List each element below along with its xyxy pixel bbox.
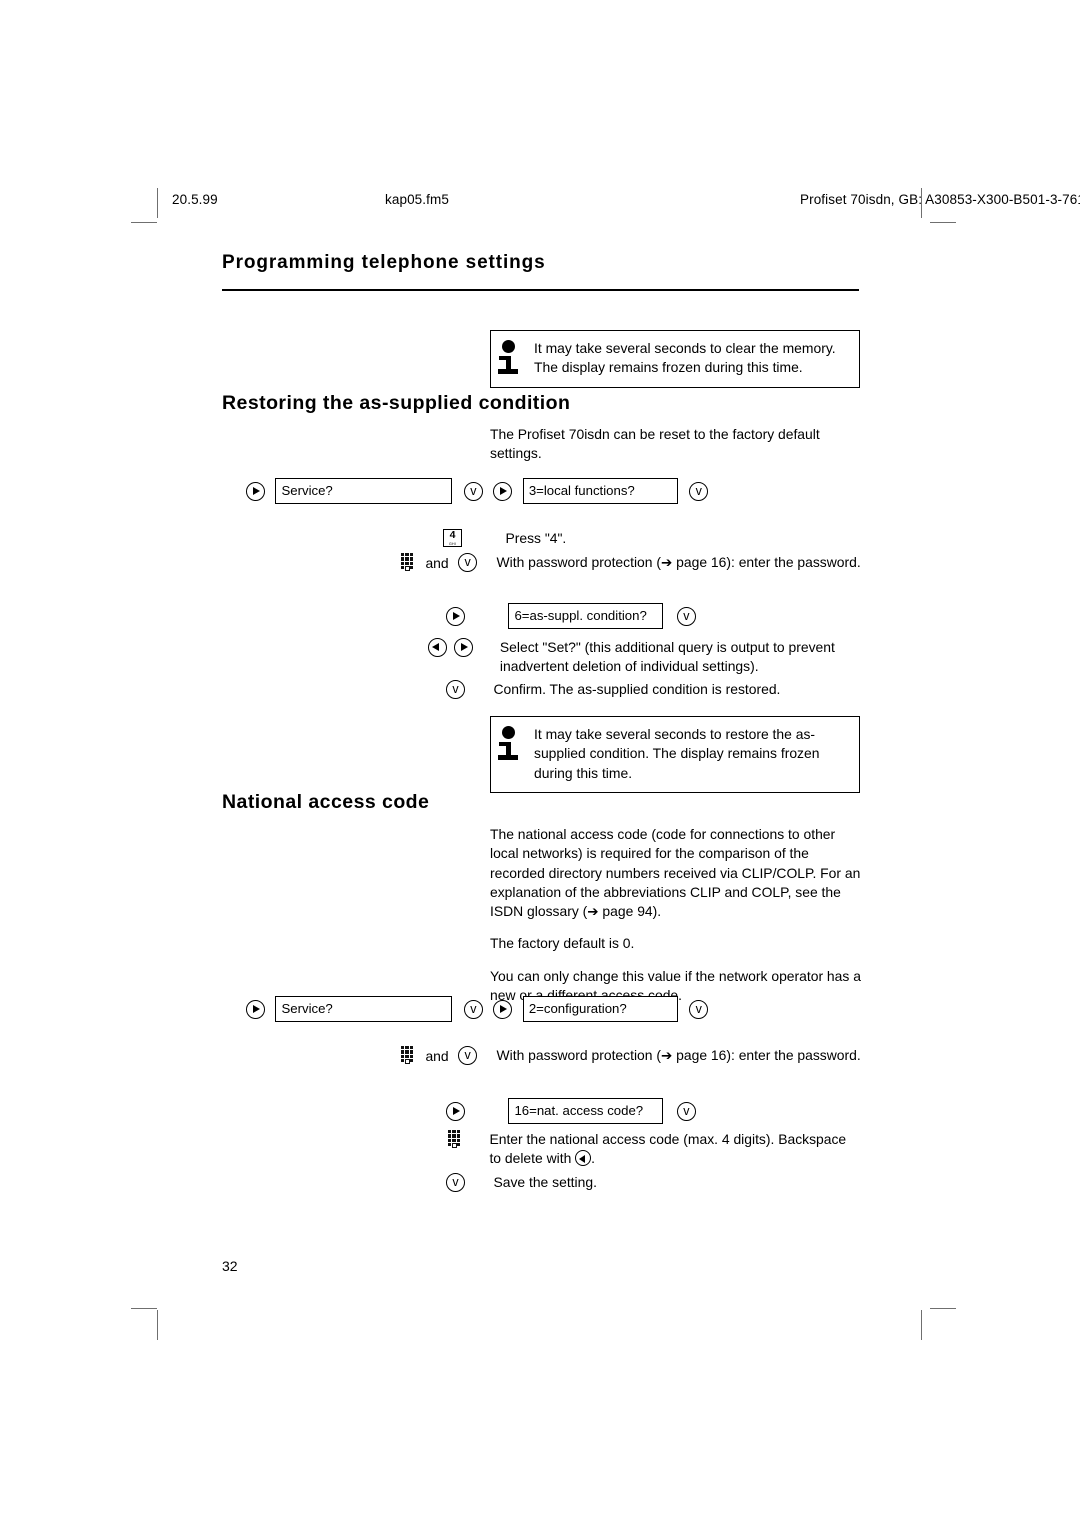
title-divider xyxy=(222,289,859,291)
arrow-ref-icon: ➔ xyxy=(660,555,673,570)
ok-key-icon[interactable]: v xyxy=(458,553,478,572)
and-label: and xyxy=(425,554,449,571)
display-box-configuration: 2=configuration? xyxy=(522,996,678,1022)
keypad-key-icon[interactable] xyxy=(401,1046,416,1065)
step-row-service-configuration: Service? v 2=configuration? v xyxy=(246,996,709,1022)
display-box-service: Service? xyxy=(275,996,453,1022)
info-icon xyxy=(498,340,521,374)
ok-key-icon[interactable]: v xyxy=(676,1101,696,1121)
ok-key-icon[interactable]: v xyxy=(463,481,483,501)
ok-key-icon[interactable]: v xyxy=(676,606,696,626)
right-arrow-key-icon[interactable] xyxy=(446,606,465,626)
numeric-key-digit: 4 xyxy=(449,529,456,541)
left-arrow-key-icon[interactable] xyxy=(428,638,447,657)
restore-intro-paragraph: The Profiset 70isdn can be reset to the … xyxy=(490,425,862,464)
right-arrow-key-icon[interactable] xyxy=(493,999,513,1019)
national-p1-text-a: The national access code (code for conne… xyxy=(490,826,861,920)
crop-mark-top-left-horizontal xyxy=(131,222,157,223)
ok-key-icon[interactable]: v xyxy=(446,680,465,699)
national-paragraph-2: The factory default is 0. xyxy=(490,935,635,952)
note-box-clear-memory: It may take several seconds to clear the… xyxy=(490,330,860,388)
crop-mark-bottom-right-vertical xyxy=(921,1310,922,1340)
step-row-select-set: Select "Set?" (this additional query is … xyxy=(428,638,872,677)
note-box-restore-time: It may take several seconds to restore t… xyxy=(490,716,860,793)
step-row-press-4: 4 GHI Press "4". xyxy=(443,529,877,548)
ok-key-icon[interactable]: v xyxy=(689,481,709,501)
arrow-ref-icon: ➔ xyxy=(660,1048,673,1063)
crop-mark-bottom-right-horizontal xyxy=(930,1308,956,1309)
info-icon xyxy=(498,726,521,760)
note-text: It may take several seconds to restore t… xyxy=(534,726,820,781)
crop-mark-bottom-left-horizontal xyxy=(131,1308,157,1309)
numeric-key-letters: GHI xyxy=(449,541,456,546)
keypad-key-icon[interactable] xyxy=(448,1130,463,1149)
crop-mark-bottom-left-vertical xyxy=(157,1310,158,1340)
step-row-save-setting: v Save the setting. xyxy=(446,1173,865,1192)
step-text-confirm-restore: Confirm. The as-supplied condition is re… xyxy=(493,681,781,697)
ok-key-icon[interactable]: v xyxy=(458,1046,478,1065)
national-p1-text-b: page 94). xyxy=(598,903,662,920)
step-row-as-supplied-condition: 6=as-suppl. condition? v xyxy=(446,603,696,629)
heading-national-access-code: National access code xyxy=(222,791,430,813)
ok-key-icon[interactable]: v xyxy=(689,999,709,1019)
enter-text-b: . xyxy=(591,1150,596,1167)
keypad-key-icon[interactable] xyxy=(401,553,416,572)
ok-key-icon[interactable]: v xyxy=(446,1173,465,1192)
arrow-ref-icon: ➔ xyxy=(587,904,599,920)
page-number: 32 xyxy=(222,1258,238,1274)
header-date: 20.5.99 xyxy=(172,192,218,207)
header-filename: kap05.fm5 xyxy=(385,192,449,207)
step-row-service-local-functions: Service? v 3=local functions? v xyxy=(246,478,709,504)
right-arrow-key-icon[interactable] xyxy=(454,638,474,657)
crop-mark-top-right-horizontal xyxy=(930,222,956,223)
ok-key-icon[interactable]: v xyxy=(463,999,483,1019)
step-row-enter-access-code: Enter the national access code (max. 4 d… xyxy=(448,1130,861,1169)
national-body-paragraphs: The national access code (code for conne… xyxy=(490,825,862,1005)
right-arrow-key-icon[interactable] xyxy=(493,481,513,501)
step-row-confirm-restore: v Confirm. The as-supplied condition is … xyxy=(446,680,865,699)
national-paragraph-1: The national access code (code for conne… xyxy=(490,825,862,921)
step-row-password-restore: and v With password protection (➔ page 1… xyxy=(401,553,869,572)
step-text-password-national: With password protection (➔ page 16): en… xyxy=(497,1046,869,1065)
right-arrow-key-icon[interactable] xyxy=(246,481,265,501)
running-header: 20.5.99 kap05.fm5 Profiset 70isdn, GB: A… xyxy=(172,192,1080,214)
password-text-b: page 16): enter the password. xyxy=(672,554,861,570)
display-box-nat-access-code: 16=nat. access code? xyxy=(508,1098,664,1124)
password-text-b: page 16): enter the password. xyxy=(672,1047,861,1063)
and-label: and xyxy=(425,1047,449,1064)
right-arrow-key-icon[interactable] xyxy=(246,999,265,1019)
enter-text-a: Enter the national access code (max. 4 d… xyxy=(489,1131,847,1167)
step-text-select-set: Select "Set?" (this additional query is … xyxy=(499,639,835,675)
heading-restoring-as-supplied-condition: Restoring the as-supplied condition xyxy=(222,392,571,414)
password-text-a: With password protection ( xyxy=(496,1047,661,1063)
note-text: It may take several seconds to clear the… xyxy=(534,340,836,376)
step-row-nat-access-code: 16=nat. access code? v xyxy=(446,1098,696,1124)
display-box-service: Service? xyxy=(275,478,453,504)
display-box-local-functions: 3=local functions? xyxy=(522,478,678,504)
left-arrow-key-icon[interactable] xyxy=(575,1150,592,1167)
step-text-password-restore: With password protection (➔ page 16): en… xyxy=(497,553,869,572)
restore-intro-text: The Profiset 70isdn can be reset to the … xyxy=(490,426,820,462)
page-title: Programming telephone settings xyxy=(222,252,546,273)
right-arrow-key-icon[interactable] xyxy=(446,1101,465,1121)
display-box-as-suppl-condition: 6=as-suppl. condition? xyxy=(508,603,664,629)
step-text-enter-access-code: Enter the national access code (max. 4 d… xyxy=(489,1130,861,1169)
step-row-password-national: and v With password protection (➔ page 1… xyxy=(401,1046,869,1065)
crop-mark-top-left-vertical xyxy=(157,188,158,218)
step-text-save-setting: Save the setting. xyxy=(493,1174,597,1190)
header-product-code: Profiset 70isdn, GB: A30853-X300-B501-3-… xyxy=(800,192,1080,207)
password-text-a: With password protection ( xyxy=(496,554,661,570)
numeric-key-4-icon[interactable]: 4 GHI xyxy=(443,529,462,547)
step-text-press-4: Press "4". xyxy=(505,530,567,546)
